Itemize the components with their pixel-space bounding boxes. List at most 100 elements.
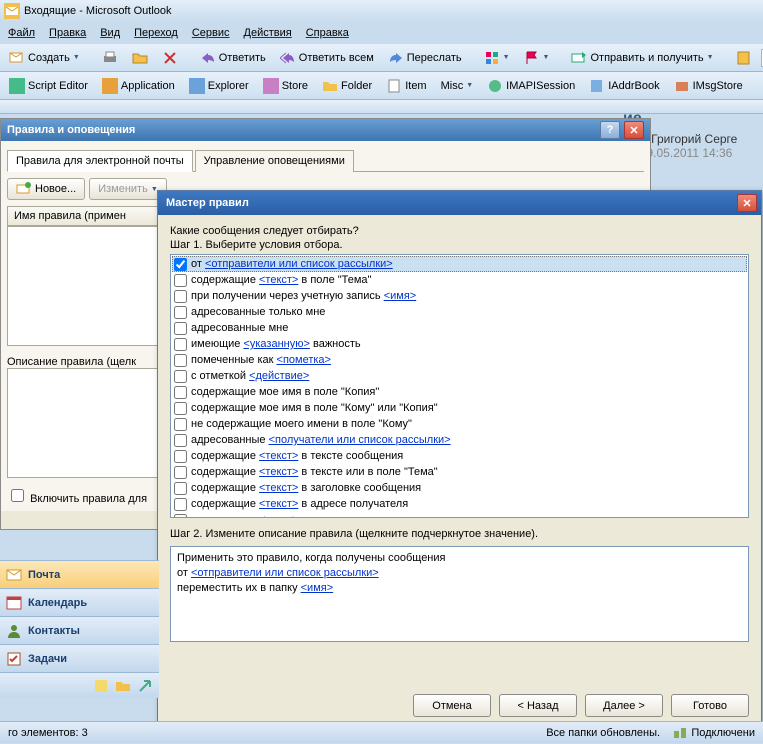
condition-checkbox[interactable] [174,258,187,271]
condition-checkbox[interactable] [174,338,187,351]
misc-button[interactable]: Misc▼ [436,77,479,95]
iaddrbook-button[interactable]: IAddrBook [584,75,664,97]
condition-value-link[interactable]: <пометка> [277,354,331,366]
cancel-button[interactable]: Отмена [413,694,491,717]
menu-edit[interactable]: Правка [49,27,86,39]
wizard-buttons: Отмена < Назад Далее > Готово [158,686,761,725]
conditions-list[interactable]: от <отправители или список рассылки>соде… [170,254,749,518]
condition-value-link[interactable]: <действие> [249,370,309,382]
condition-row[interactable]: при получении через учетную запись <имя> [172,288,747,304]
condition-row[interactable]: помеченные как <пометка> [172,352,747,368]
condition-row[interactable]: имеющие <указанную> важность [172,336,747,352]
condition-checkbox[interactable] [174,274,187,287]
condition-value-link[interactable]: <получатели или список рассылки> [269,434,451,446]
condition-row[interactable]: адресованные мне [172,320,747,336]
condition-row[interactable]: содержащие <текст> в тексте сообщения [172,448,747,464]
tab-manage-alerts[interactable]: Управление оповещениями [195,150,354,172]
forward-button[interactable]: Переслать [383,47,467,69]
condition-checkbox[interactable] [174,370,187,383]
condition-row[interactable]: не содержащие моего имени в поле "Кому" [172,416,747,432]
condition-checkbox[interactable] [174,290,187,303]
delete-button[interactable] [157,47,183,69]
mail-icon [6,567,22,583]
next-button[interactable]: Далее > [585,694,663,717]
menu-actions[interactable]: Действия [244,27,292,39]
condition-checkbox[interactable] [174,514,187,518]
notes-icon[interactable] [93,678,109,694]
menu-view[interactable]: Вид [100,27,120,39]
condition-row[interactable]: содержащие мое имя в поле "Кому" или "Ко… [172,400,747,416]
shortcuts-icon[interactable] [137,678,153,694]
condition-row[interactable]: с отметкой <действие> [172,368,747,384]
create-button[interactable]: Создать ▼ [4,47,85,69]
tab-email-rules[interactable]: Правила для электронной почты [7,150,193,172]
condition-row[interactable]: адресованные <получатели или список расс… [172,432,747,448]
script-editor-button[interactable]: Script Editor [4,75,93,97]
replyall-button[interactable]: Ответить всем [275,47,379,69]
application-button[interactable]: Application [97,75,180,97]
help-button[interactable]: ? [600,121,620,139]
condition-row[interactable]: содержащие <текст> в адресе отправителя [172,512,747,518]
condition-checkbox[interactable] [174,498,187,511]
condition-row[interactable]: адресованные только мне [172,304,747,320]
finish-button[interactable]: Готово [671,694,749,717]
include-checkbox[interactable]: Включить правила для [7,493,147,505]
condition-checkbox[interactable] [174,466,187,479]
folderlist-icon[interactable] [115,678,131,694]
folder-button[interactable]: Folder [317,75,377,97]
condition-row[interactable]: содержащие <текст> в тексте или в поле "… [172,464,747,480]
close-button[interactable]: ✕ [624,121,644,139]
condition-checkbox[interactable] [174,386,187,399]
move-button[interactable] [127,47,153,69]
nav-calendar[interactable]: Календарь [0,588,159,616]
menu-tools[interactable]: Сервис [192,27,230,39]
addressbook-button[interactable] [731,47,757,69]
condition-row[interactable]: содержащие <текст> в адресе получателя [172,496,747,512]
condition-checkbox[interactable] [174,418,187,431]
menu-help[interactable]: Справка [306,27,349,39]
condition-checkbox[interactable] [174,354,187,367]
categorize-button[interactable]: ▼ [479,47,515,69]
print-button[interactable] [97,47,123,69]
sender-link[interactable]: <отправители или список рассылки> [191,567,379,579]
nav-contacts[interactable]: Контакты [0,616,159,644]
condition-checkbox[interactable] [174,402,187,415]
condition-value-link[interactable]: <имя> [384,290,417,302]
flag-button[interactable]: ▼ [519,47,555,69]
condition-value-link[interactable]: <текст> [259,466,298,478]
condition-text: содержащие <текст> в тексте или в поле "… [191,465,438,479]
condition-checkbox[interactable] [174,434,187,447]
menu-file[interactable]: Файл [8,27,35,39]
condition-value-link[interactable]: <текст> [259,482,298,494]
condition-row[interactable]: содержащие <текст> в поле "Тема" [172,272,747,288]
close-button[interactable]: ✕ [737,194,757,212]
condition-checkbox[interactable] [174,450,187,463]
explorer-button[interactable]: Explorer [184,75,254,97]
folder-link[interactable]: <имя> [301,582,334,594]
explorer-icon [189,78,205,94]
condition-value-link[interactable]: <текст> [259,450,298,462]
condition-row[interactable]: от <отправители или список рассылки> [172,256,747,272]
condition-checkbox[interactable] [174,322,187,335]
back-button[interactable]: < Назад [499,694,577,717]
condition-row[interactable]: содержащие мое имя в поле "Копия" [172,384,747,400]
condition-value-link[interactable]: <текст> [259,514,298,518]
reply-button[interactable]: Ответить [195,47,271,69]
condition-row[interactable]: содержащие <текст> в заголовке сообщения [172,480,747,496]
condition-value-link[interactable]: <отправители или список рассылки> [205,258,393,270]
change-rule-button[interactable]: Изменить ▼ [89,178,167,200]
condition-value-link[interactable]: <текст> [259,498,298,510]
store-button[interactable]: Store [258,75,313,97]
condition-value-link[interactable]: <текст> [259,274,298,286]
condition-value-link[interactable]: <указанную> [243,338,309,350]
condition-checkbox[interactable] [174,306,187,319]
nav-tasks[interactable]: Задачи [0,644,159,672]
item-button[interactable]: Item [381,75,431,97]
condition-checkbox[interactable] [174,482,187,495]
imsgstore-button[interactable]: IMsgStore [669,75,748,97]
sendrecv-button[interactable]: Отправить и получить▼ [566,47,718,69]
nav-mail[interactable]: Почта [0,560,159,588]
mapisession-button[interactable]: IMAPISession [482,75,580,97]
menu-go[interactable]: Переход [134,27,178,39]
new-rule-button[interactable]: Новое... [7,178,85,200]
